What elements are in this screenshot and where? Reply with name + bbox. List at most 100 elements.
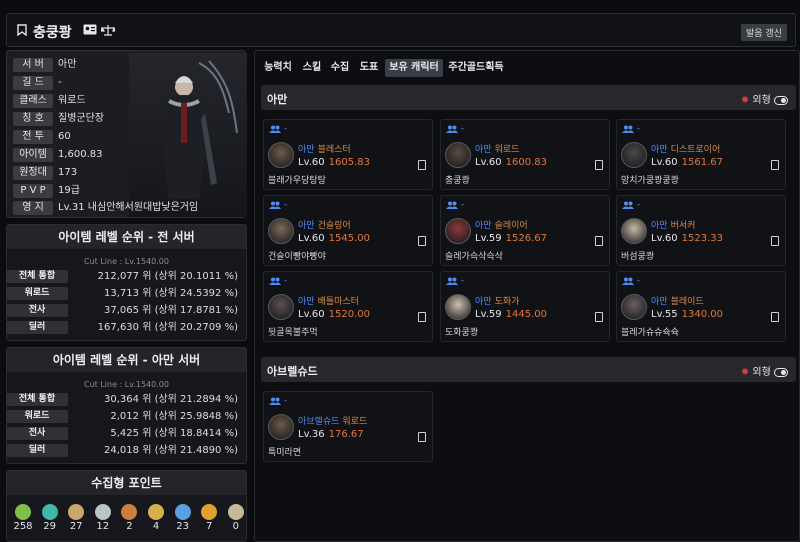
collect-count: 0 [232, 521, 239, 532]
character-card[interactable]: - 아만 건슬링어 Lv.60 1545.00 건슬이빵야빵야 [263, 195, 433, 266]
avatar [445, 142, 471, 168]
collect-count: 23 [176, 521, 189, 532]
masterpiece-icon [227, 504, 244, 520]
level-label: Lv.55 1340.00 [651, 309, 723, 320]
rank-server-row-dealer: 딜러 24,018 위 (상위 21.4890 %) [6, 444, 238, 458]
tab-owned-characters[interactable]: 보유 캐릭터 [385, 59, 443, 77]
character-name: 충쿵쾅 [33, 25, 72, 41]
class-label: 아만 워로드 [475, 145, 520, 155]
guild-info: - [622, 200, 640, 210]
class-label: 아만 버서커 [651, 221, 696, 231]
tab-skills[interactable]: 스킬 [299, 59, 325, 77]
appearance-toggle[interactable]: ✹ 외형 [741, 363, 788, 378]
server-section-abrelshud: 아브렐슈드 ✹ 외형 [261, 357, 796, 382]
copy-icon[interactable] [595, 160, 603, 170]
character-card[interactable]: - 아만 워로드 Lv.60 1600.83 충쿵쾅 [440, 119, 610, 190]
tab-weekly-gold[interactable]: 주간골드획득 [445, 59, 507, 77]
class-label: 아만 배틀마스터 [298, 297, 359, 307]
section-title: 아만 [267, 93, 288, 106]
copy-icon[interactable] [418, 236, 426, 246]
toggle-switch-icon [774, 367, 788, 377]
collect-title: 수집형 포인트 [7, 471, 246, 495]
rank-server-row-class: 워로드 2,012 위 (상위 25.9848 %) [6, 410, 238, 424]
giant-heart-icon [94, 504, 111, 520]
profile-row-estate: 영 지 Lv.31 내심안해서원대밥낮은거임 [13, 201, 241, 216]
collect-count: 4 [152, 521, 160, 532]
appearance-toggle[interactable]: ✹ 외형 [741, 91, 788, 106]
tab-collection[interactable]: 수집 [327, 59, 353, 77]
toggle-switch-icon [774, 95, 788, 105]
class-label: 아만 블레이드 [651, 297, 704, 307]
id-card-icon[interactable] [83, 24, 97, 38]
rank-all-row-dealer: 딜러 167,630 위 (상위 20.2709 %) [6, 321, 238, 335]
class-label: 아만 건슬링어 [298, 221, 351, 231]
guild-info: - [269, 124, 287, 134]
users-icon [622, 201, 634, 209]
character-name: 슬레가슥삭슥삭 [445, 252, 503, 262]
character-name: 특미라면 [268, 448, 302, 458]
guild-info: - [622, 124, 640, 134]
bookmark-icon[interactable] [17, 24, 27, 39]
rank-server-title: 아이템 레벨 순위 - 아만 서버 [7, 348, 246, 372]
refresh-button[interactable]: 발음 갱신 [741, 24, 787, 41]
rank-all-title: 아이템 레벨 순위 - 전 서버 [7, 225, 246, 249]
class-label: 아만 디스트로이어 [651, 145, 721, 155]
orpheus-star-icon [148, 504, 164, 520]
rank-all-row-role: 전사 37,065 위 (상위 17.8781 %) [6, 304, 238, 318]
character-card[interactable]: - 아만 블레스터 Lv.60 1605.83 블래가우당탕탕 [263, 119, 433, 190]
sun-icon: ✹ [740, 95, 750, 106]
character-name: 블래가우당탕탕 [268, 176, 326, 186]
copy-icon[interactable] [771, 236, 779, 246]
character-portrait [129, 53, 247, 217]
avatar [445, 218, 471, 244]
users-icon [622, 125, 634, 133]
character-card[interactable]: - 아만 버서커 Lv.60 1523.33 버섬쿵쾅 [616, 195, 786, 266]
rank-server-row-role: 전사 5,425 위 (상위 18.8414 %) [6, 427, 238, 441]
guild-info: - [622, 276, 640, 286]
character-card[interactable]: - 아만 도화가 Lv.59 1445.00 도화쿵쾅 [440, 271, 610, 342]
rank-all-cutline: Cut Line : Lv.1540.00 [84, 257, 169, 266]
character-card[interactable]: - 아만 블레이드 Lv.55 1340.00 블레가슈슈슉슉 [616, 271, 786, 342]
level-label: Lv.36 176.67 [298, 429, 364, 440]
rank-server-row-total: 전체 통합 30,364 위 (상위 21.2894 %) [6, 393, 238, 407]
level-label: Lv.60 1561.67 [651, 157, 723, 168]
character-card[interactable]: - 아만 배틀마스터 Lv.60 1520.00 뒷골목불주먹 [263, 271, 433, 342]
server-section-aman: 아만 ✹ 외형 [261, 85, 796, 110]
copy-icon[interactable] [418, 432, 426, 442]
copy-icon[interactable] [771, 312, 779, 322]
character-name: 뒷골목불주먹 [268, 328, 318, 338]
character-card[interactable]: - 아브렐슈드 워로드 Lv.36 176.67 특미라면 [263, 391, 433, 462]
avatar [445, 294, 471, 320]
level-label: Lv.60 1545.00 [298, 233, 370, 244]
avatar [621, 218, 647, 244]
level-label: Lv.60 1520.00 [298, 309, 370, 320]
rank-all-row-total: 전체 통합 212,077 위 (상위 20.1011 %) [6, 270, 238, 284]
users-icon [269, 201, 281, 209]
users-icon [446, 201, 458, 209]
users-icon [269, 397, 281, 405]
tab-stats[interactable]: 능력치 [261, 59, 295, 77]
rank-server-cutline: Cut Line : Lv.1540.00 [84, 380, 169, 389]
level-label: Lv.59 1526.67 [475, 233, 547, 244]
copy-icon[interactable] [771, 160, 779, 170]
copy-icon[interactable] [418, 312, 426, 322]
world-tree-leaf-icon [174, 504, 191, 520]
character-name: 망치가쿵쾅쿵쾅 [621, 176, 679, 186]
mokoko-seed-icon [15, 504, 31, 520]
class-label: 아만 슬레이어 [475, 221, 528, 231]
island-soul-icon [41, 504, 58, 520]
sun-icon: ✹ [740, 367, 750, 378]
avatar [268, 142, 294, 168]
users-icon [622, 277, 634, 285]
collect-count: 2 [126, 521, 133, 532]
character-card[interactable]: - 아만 디스트로이어 Lv.60 1561.67 망치가쿵쾅쿵쾅 [616, 119, 786, 190]
character-name: 블레가슈슈슉슉 [621, 328, 679, 338]
copy-icon[interactable] [418, 160, 426, 170]
main-panel: 능력치 스킬 수집 도표 보유 캐릭터 주간골드획득 아만 ✹ 외형 아브렐슈드… [254, 50, 800, 542]
character-card[interactable]: - 아만 슬레이어 Lv.59 1526.67 슬레가슥삭슥삭 [440, 195, 610, 266]
scale-icon[interactable] [100, 24, 118, 39]
copy-icon[interactable] [595, 312, 603, 322]
tab-chart[interactable]: 도표 [355, 59, 383, 77]
avatar [268, 294, 294, 320]
copy-icon[interactable] [595, 236, 603, 246]
